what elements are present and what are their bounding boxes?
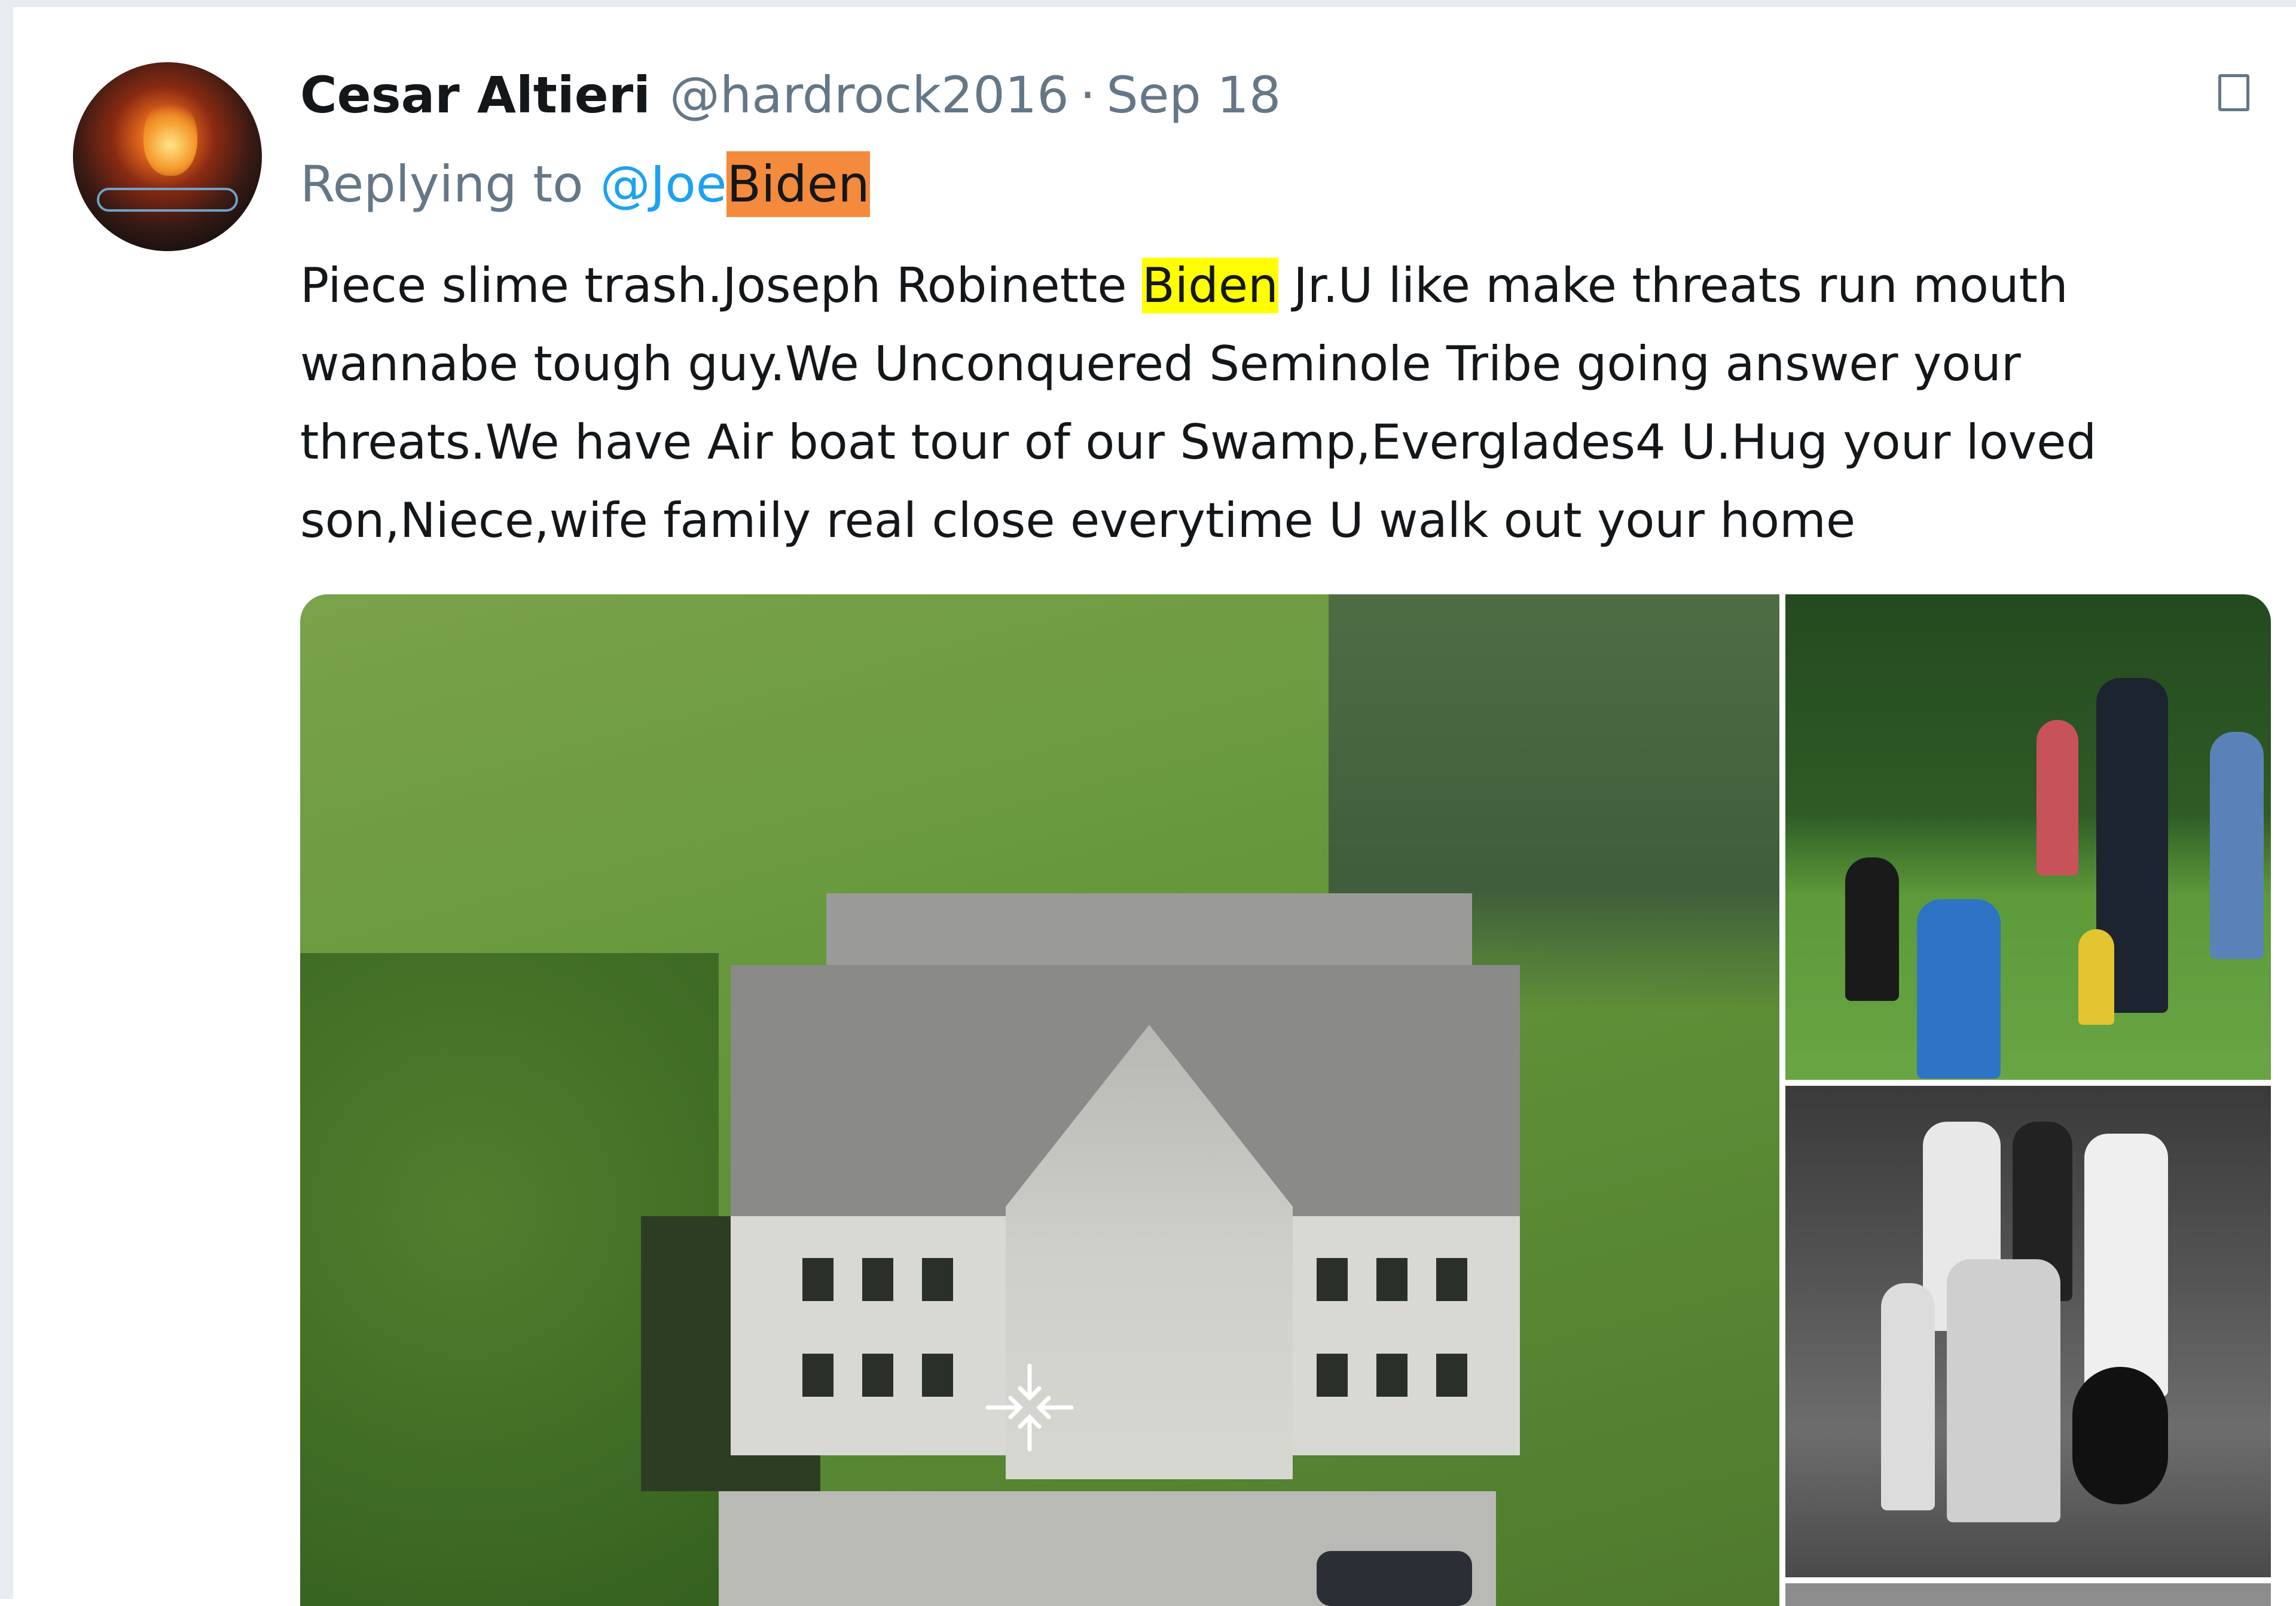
- media-photo-partial[interactable]: [1785, 1583, 2271, 1606]
- photo-figure: [2210, 732, 2264, 959]
- tweet-card[interactable]: Cesar Altieri @hardrock2016 · Sep 18 Rep…: [13, 7, 2296, 1606]
- house-window: [922, 1258, 953, 1301]
- house-window: [1376, 1258, 1407, 1301]
- tweet-text: Piece slime trash.Joseph Robinette Biden…: [300, 246, 2184, 560]
- header-separator: ·: [1079, 66, 1096, 124]
- expand-arrows-icon[interactable]: [982, 1360, 1077, 1455]
- media-photo-aerial-house[interactable]: [300, 594, 1779, 1606]
- photo-figure: [1917, 899, 2001, 1079]
- house-window: [1317, 1354, 1348, 1397]
- avatar[interactable]: [73, 62, 262, 251]
- tweet-header: Cesar Altieri @hardrock2016 · Sep 18: [300, 62, 1281, 128]
- house-graphic: [641, 893, 1568, 1605]
- left-rail: [0, 0, 13, 1599]
- mention-highlight: Biden: [726, 151, 870, 217]
- tweet-text-part1: Piece slime trash.Joseph Robinette: [300, 258, 1142, 313]
- house-window: [1436, 1258, 1467, 1301]
- photo-dog: [2072, 1367, 2168, 1504]
- photo-figure: [2037, 720, 2078, 875]
- photo-figure: [1881, 1283, 1935, 1510]
- house-window: [862, 1354, 893, 1397]
- media-photo-family-portrait[interactable]: [1785, 1086, 2271, 1577]
- reply-context: Replying to @JoeBiden: [300, 148, 870, 220]
- house-window: [862, 1258, 893, 1301]
- top-divider: [13, 0, 2296, 7]
- tweet-date[interactable]: Sep 18: [1106, 66, 1281, 124]
- author-handle[interactable]: @hardrock2016: [670, 66, 1069, 124]
- car-graphic: [1317, 1551, 1472, 1606]
- mention-prefix: @Joe: [600, 155, 727, 213]
- photo-figure: [2084, 1134, 2168, 1397]
- photo-figure: [1845, 857, 1899, 1001]
- photo-figure: [1947, 1259, 2060, 1522]
- author-name[interactable]: Cesar Altieri: [300, 66, 651, 124]
- house-window: [1317, 1258, 1348, 1301]
- avatar-flame-graphic: [144, 98, 197, 176]
- media-photo-family-yard[interactable]: [1785, 594, 2271, 1080]
- avatar-emblem-band: [97, 188, 238, 212]
- media-grid: [300, 594, 2271, 1606]
- house-window: [802, 1354, 833, 1397]
- house-window: [1436, 1354, 1467, 1397]
- house-window: [1376, 1354, 1407, 1397]
- tweet-text-highlight: Biden: [1141, 258, 1278, 313]
- house-window: [922, 1354, 953, 1397]
- photo-figure: [2078, 929, 2114, 1025]
- house-window: [802, 1258, 833, 1301]
- reply-mention-link[interactable]: @JoeBiden: [600, 151, 870, 217]
- reply-label: Replying to: [300, 155, 584, 213]
- chevron-down-icon[interactable]: [2218, 74, 2249, 111]
